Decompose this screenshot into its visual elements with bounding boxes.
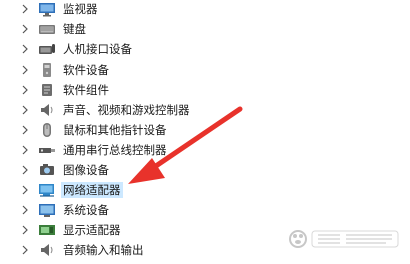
baidu-jingyan-watermark-icon <box>289 230 399 248</box>
